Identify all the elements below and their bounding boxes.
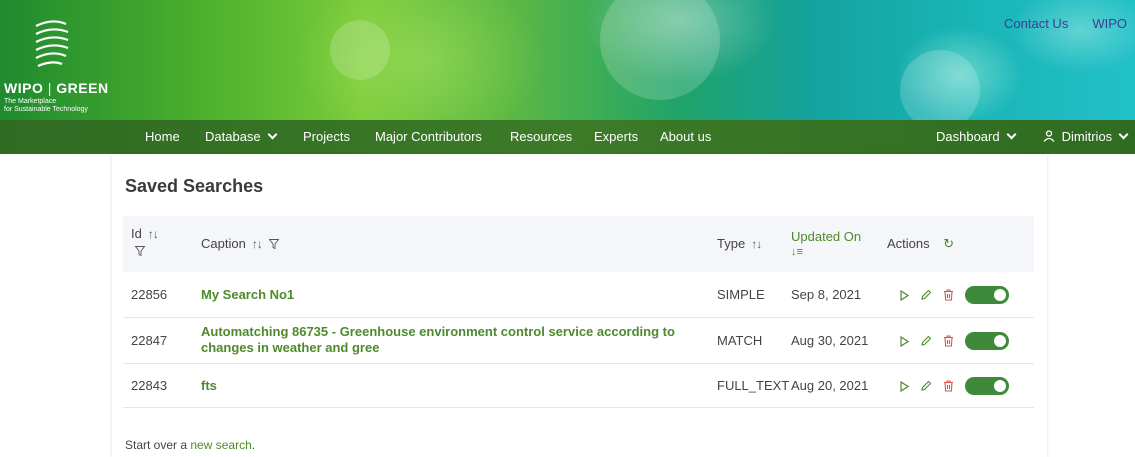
footer-text: Start over a new search. [125,438,255,452]
page-title: Saved Searches [125,176,264,196]
chevron-down-icon [1118,129,1129,140]
table-row: 22843 fts FULL_TEXT Aug 20, 2021 [123,364,1034,408]
row-id: 22847 [131,333,168,348]
row-type: SIMPLE [717,287,765,302]
play-icon[interactable] [893,333,915,349]
column-updated-header[interactable]: Updated On ↓≡ [791,229,861,258]
nav-user-menu[interactable]: Dimitrios [1043,129,1129,144]
wipo-green-logo[interactable]: WIPO | GREEN The Marketplace for Sustain… [4,16,144,116]
trash-icon[interactable] [937,287,959,303]
column-type-label: Type [717,236,746,251]
column-caption-header: Caption ↑↓ [201,236,280,251]
footer-suffix: . [251,438,256,452]
column-type-header: Type ↑↓ [717,236,762,251]
sort-arrows-icon[interactable]: ↑↓ [252,237,263,251]
new-search-link[interactable]: new search [190,438,251,452]
user-icon [1043,130,1055,142]
wipo-link[interactable]: WIPO [1092,16,1127,31]
play-icon[interactable] [893,378,915,394]
row-caption-link[interactable]: fts [201,378,691,394]
table-header: Id ↑↓ Caption ↑↓ Type ↑↓ Updated On ↓≡ Acti… [123,216,1034,272]
chevron-down-icon [267,129,278,140]
logo-tagline: The Marketplace for Sustainable Technolo… [4,98,88,113]
row-caption-link[interactable]: Automatching 86735 - Greenhouse environm… [201,324,691,356]
pencil-icon[interactable] [915,378,937,394]
column-id-header: Id ↑↓ [131,226,159,258]
contact-us-link[interactable]: Contact Us [1004,16,1068,31]
sort-arrows-icon[interactable]: ↑↓ [148,227,159,241]
enable-toggle[interactable] [965,286,1009,304]
row-id: 22856 [131,287,168,302]
trash-icon[interactable] [937,378,959,394]
banner-decoration [600,0,720,100]
row-type: FULL_TEXT [717,378,790,393]
column-actions-header: Actions ↻ [887,236,954,252]
nav-dashboard-label: Dashboard [936,129,1000,144]
sort-arrows-icon[interactable]: ↑↓ [751,237,762,251]
trash-icon[interactable] [937,333,959,349]
toggle-knob [994,289,1006,301]
filter-funnel-icon[interactable] [265,236,280,251]
sort-descending-icon[interactable]: ↓≡ [791,246,861,258]
nav-about-us[interactable]: About us [660,129,711,144]
row-updated: Aug 30, 2021 [791,333,869,348]
nav-major-contributors[interactable]: Major Contributors [375,129,482,144]
column-id-label: Id [131,226,142,241]
nav-home[interactable]: Home [145,129,180,144]
user-name: Dimitrios [1061,129,1113,144]
filter-funnel-icon[interactable] [131,243,158,258]
nav-database-label: Database [205,129,261,144]
row-actions [893,377,1009,395]
table-row: 22847 Automatching 86735 - Greenhouse en… [123,318,1034,364]
logo-wordmark: WIPO | GREEN [4,80,109,96]
nav-database[interactable]: Database [205,129,278,144]
chevron-down-icon [1006,129,1017,140]
pencil-icon[interactable] [915,333,937,349]
header-banner: WIPO | GREEN The Marketplace for Sustain… [0,0,1135,120]
nav-projects[interactable]: Projects [303,129,350,144]
saved-searches-card: Saved Searches Id ↑↓ Caption ↑↓ Type ↑↓ Upd… [112,154,1047,457]
row-updated: Aug 20, 2021 [791,378,869,393]
row-updated: Sep 8, 2021 [791,287,862,302]
column-caption-label: Caption [201,236,246,251]
toggle-knob [994,335,1006,347]
row-actions [893,332,1009,350]
enable-toggle[interactable] [965,332,1009,350]
nav-dashboard[interactable]: Dashboard [936,129,1017,144]
row-caption-link[interactable]: My Search No1 [201,287,691,303]
footer-prefix: Start over a [125,438,191,452]
banner-decoration [330,20,390,80]
main-navbar: Home Database Projects Major Contributor… [0,120,1135,154]
table-row: 22856 My Search No1 SIMPLE Sep 8, 2021 [123,272,1034,318]
row-id: 22843 [131,378,168,393]
column-actions-label: Actions [887,236,930,251]
play-icon[interactable] [893,287,915,303]
toggle-knob [994,380,1006,392]
refresh-icon[interactable]: ↻ [943,236,954,251]
column-updated-label: Updated On [791,229,862,244]
top-links: Contact Us WIPO [1004,16,1127,31]
nav-experts[interactable]: Experts [594,129,638,144]
enable-toggle[interactable] [965,377,1009,395]
banner-decoration [900,50,980,120]
row-type: MATCH [717,333,763,348]
row-actions [893,286,1009,304]
pencil-icon[interactable] [915,287,937,303]
wipo-emblem-icon [35,20,69,68]
nav-resources[interactable]: Resources [510,129,572,144]
